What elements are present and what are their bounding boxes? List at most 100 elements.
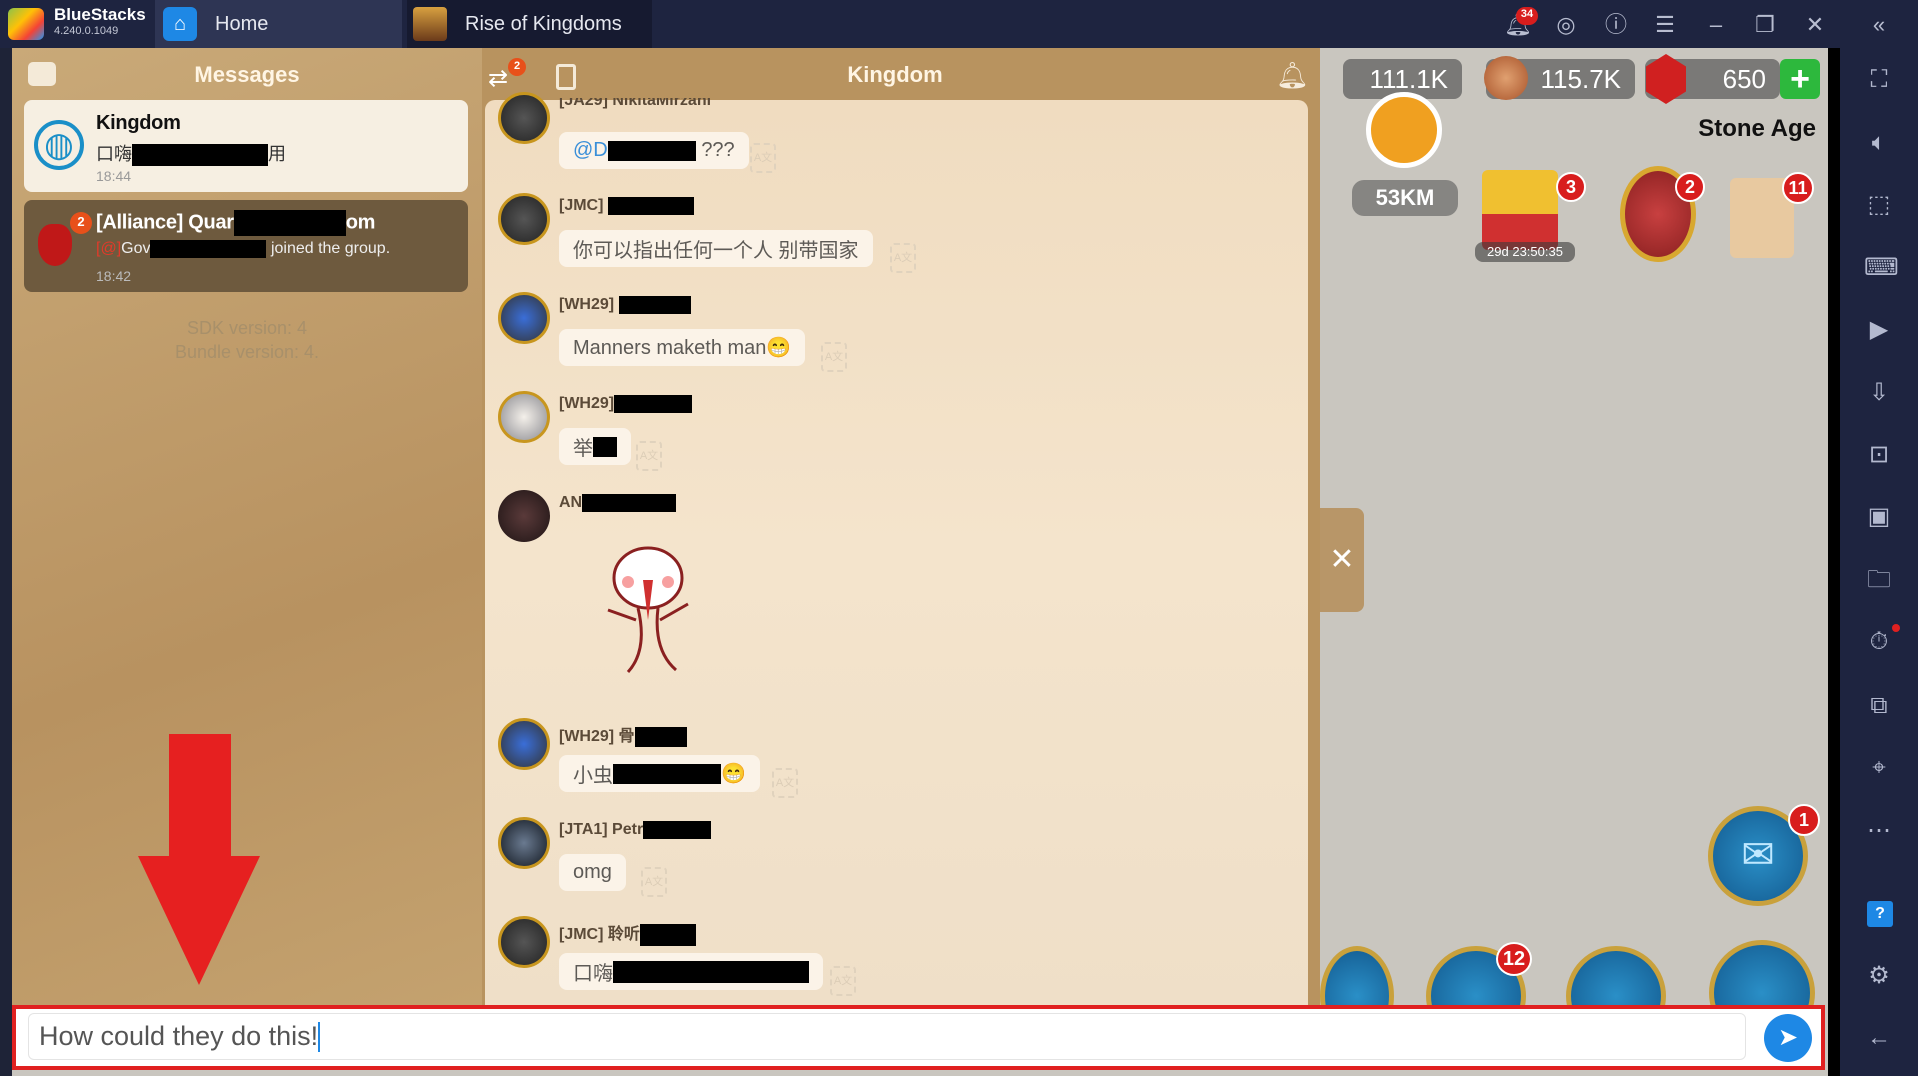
avatar[interactable] (498, 490, 550, 542)
message-bubble: 你可以指出任何一个人 别带国家 (559, 230, 873, 267)
quest-badge: 11 (1782, 172, 1814, 204)
avatar[interactable] (498, 292, 550, 344)
conversation-alliance[interactable]: 2 [Alliance] Quar om [@]Gov joined the gr… (24, 200, 468, 292)
restore-icon[interactable]: ❐ (1752, 12, 1778, 38)
bell-icon[interactable]: 🔔︎ (1276, 60, 1309, 91)
bottom-badge: 12 (1496, 942, 1532, 976)
sender-name: [WH29] 骨 (559, 722, 687, 747)
message-bubble: @D ??? (559, 132, 749, 169)
divider (1828, 48, 1840, 1076)
messages-title: Messages (194, 62, 300, 87)
conversation-name: [Alliance] Quar om (96, 210, 375, 236)
event-letter-icon[interactable] (1482, 170, 1558, 250)
distance-label: 53KM (1352, 180, 1458, 216)
message-bubble: 口嗨 (559, 953, 823, 990)
scout-icon[interactable] (1366, 92, 1442, 168)
screenshot-icon[interactable]: ⊡ (1864, 440, 1894, 470)
input-text: How could they do this! (39, 1021, 319, 1051)
close-icon[interactable]: ✕ (1802, 12, 1828, 38)
game-icon (413, 7, 447, 41)
translate-icon[interactable]: A文 (890, 243, 916, 273)
bluestacks-logo-icon (8, 8, 44, 40)
avatar[interactable] (498, 916, 550, 968)
age-label: Stone Age (1698, 115, 1816, 142)
apk-icon[interactable]: ⇩ (1864, 378, 1894, 408)
multi-instance-icon[interactable]: ⧉ (1864, 691, 1894, 721)
back-icon[interactable]: ← (1864, 1023, 1894, 1053)
sdk-version: SDK version: 4 (186, 318, 308, 338)
tab-label: Rise of Kingdoms (465, 12, 622, 35)
app-version: 4.240.0.1049 (54, 25, 119, 37)
app-name: BlueStacks (54, 5, 146, 24)
avatar[interactable] (498, 718, 550, 770)
message-bubble: 举 (559, 428, 631, 465)
bundle-version: Bundle version: 4. (174, 342, 320, 362)
cat-sticker (598, 540, 698, 680)
menu-icon[interactable]: ☰ (1652, 12, 1678, 38)
red-arrow-shaft (169, 734, 231, 858)
avatar[interactable] (498, 817, 550, 869)
conversation-time: 18:42 (96, 268, 132, 284)
conversation-kingdom[interactable]: ◍ Kingdom 口嗨用 18:44 (24, 100, 468, 192)
sender-name: [JTA1] Petr (559, 821, 712, 839)
event-badge: 3 (1556, 172, 1586, 202)
alliance-shield-icon (38, 224, 72, 266)
send-button[interactable]: ➤ (1764, 1014, 1812, 1062)
close-chat-button[interactable]: ✕ (1320, 508, 1364, 612)
chat-title: Kingdom (847, 62, 943, 87)
message-bubble: omg (559, 854, 626, 891)
sender-name: [WH29] (559, 395, 693, 413)
text-cursor (318, 1021, 321, 1052)
mail-badge: 1 (1788, 804, 1820, 836)
location-icon[interactable]: ⌖ (1864, 753, 1894, 783)
minimize-icon[interactable]: – (1703, 12, 1729, 38)
timer-icon[interactable]: ⏱ (1864, 627, 1894, 657)
folder-icon[interactable]: 🗀 (1864, 565, 1894, 595)
avatar[interactable] (498, 193, 550, 245)
message-input[interactable]: How could they do this! (28, 1013, 1746, 1060)
sender-name: [JMC] 聆听 (559, 920, 696, 946)
unread-badge: 2 (70, 212, 92, 234)
notification-badge: 34 (1516, 7, 1538, 25)
tab-label: Home (215, 12, 269, 35)
translate-icon[interactable]: A文 (750, 143, 776, 173)
conversation-name: Kingdom (96, 112, 181, 134)
keyboard-icon[interactable]: ⌨ (1864, 253, 1899, 283)
translate-icon[interactable]: A文 (636, 441, 662, 471)
conversation-time: 18:44 (96, 168, 132, 184)
record-icon[interactable]: ▣ (1864, 502, 1894, 532)
sender-name: [JA29] NikitaMirzahi (559, 98, 712, 109)
translate-icon[interactable]: A文 (772, 768, 798, 798)
help-icon[interactable]: ⓘ (1603, 12, 1629, 38)
avatar[interactable] (498, 391, 550, 443)
sender-name: [JMC] (559, 197, 694, 215)
message-bubble: 小虫 😁 (559, 755, 760, 792)
tab-home[interactable]: ⌂ Home (155, 0, 402, 48)
commander-badge: 2 (1675, 172, 1705, 202)
wood-icon (1484, 56, 1528, 100)
home-icon: ⌂ (163, 7, 197, 41)
globe-icon: ◍ (34, 120, 84, 170)
settings-icon[interactable]: ⚙ (1864, 961, 1894, 991)
timer-dot (1892, 624, 1900, 632)
sender-name: [WH29] (559, 296, 691, 314)
translate-icon[interactable]: A文 (830, 966, 856, 996)
sender-name: AN (559, 494, 677, 512)
help-icon[interactable]: ? (1867, 901, 1893, 927)
tab-rise-of-kingdoms[interactable]: Rise of Kingdoms (407, 0, 652, 48)
select-icon[interactable]: ⬚ (1864, 190, 1894, 220)
event-timer: 29d 23:50:35 (1475, 242, 1575, 262)
media-icon[interactable]: ▶ (1864, 315, 1894, 345)
account-icon[interactable]: ◎ (1553, 12, 1579, 38)
conversation-preview: 口嗨用 (96, 140, 286, 167)
translate-icon[interactable]: A文 (641, 867, 667, 897)
conversation-preview: [@]Gov joined the group. (96, 240, 391, 258)
fullscreen-icon[interactable]: ⛶ (1864, 65, 1894, 95)
message-bubble: Manners maketh man😁 (559, 329, 806, 366)
more-icon[interactable]: ⋯ (1864, 816, 1894, 846)
avatar[interactable] (498, 92, 550, 144)
translate-icon[interactable]: A文 (821, 342, 847, 372)
volume-icon[interactable]: 🔈︎ (1864, 128, 1894, 158)
add-gems-button[interactable]: + (1780, 59, 1820, 99)
collapse-sidebar-icon[interactable]: « (1866, 12, 1892, 38)
